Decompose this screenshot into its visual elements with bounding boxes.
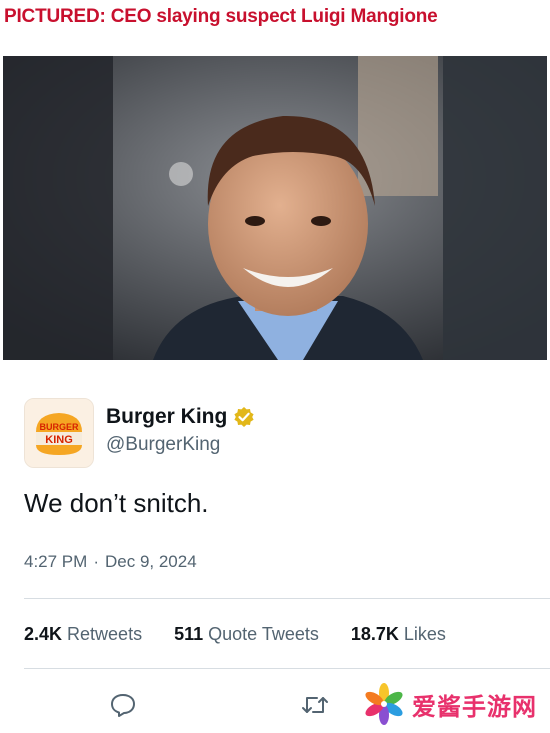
watermark-text: 爱酱手游网 [412,693,537,721]
headline: PICTURED: CEO slaying suspect Luigi Mang… [4,6,438,27]
quote-tweets-stat[interactable]: 511 Quote Tweets [174,624,319,645]
burger-king-logo-icon: BURGER KING [25,399,93,467]
watermark-logo-icon [365,683,403,725]
logo-text-bottom: KING [45,434,73,446]
divider [24,598,550,599]
display-name[interactable]: Burger King [106,405,227,429]
tweet-header: BURGER KING Burger King @BurgerKing [24,398,524,468]
tweet-timestamp[interactable]: 4:27 PM · Dec 9, 2024 [24,552,197,572]
tweet-time: 4:27 PM [24,552,88,571]
user-handle[interactable]: @BurgerKing [106,434,220,456]
retweet-icon[interactable] [300,690,330,720]
divider [24,668,550,669]
logo-text-top: BURGER [39,422,79,432]
meta-separator: · [93,552,99,571]
tweet-date: Dec 9, 2024 [104,552,197,571]
burger-king-avatar[interactable]: BURGER KING [24,398,94,468]
likes-stat[interactable]: 18.7K Likes [351,624,446,645]
photo-image [3,56,547,360]
display-name-row: Burger King [106,404,255,430]
site-watermark: 爱酱手游网 [362,682,537,726]
retweets-stat[interactable]: 2.4K Retweets [24,624,142,645]
reply-icon[interactable] [108,690,138,720]
verified-badge-icon [233,406,255,428]
engagement-stats: 2.4K Retweets 511 Quote Tweets 18.7K Likes [24,624,478,645]
portrait-photo [3,56,547,360]
tweet-text: We don’t snitch. [24,488,209,518]
